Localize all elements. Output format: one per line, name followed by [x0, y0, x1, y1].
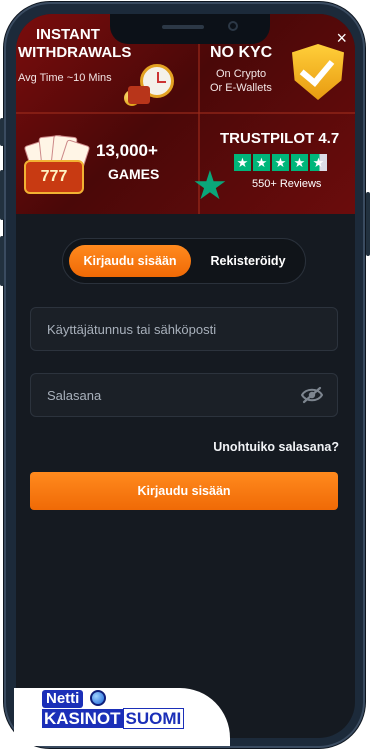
- tile1-subtitle: Avg Time ~10 Mins: [18, 72, 112, 84]
- speaker: [162, 25, 204, 29]
- logo-line2: KASINOT SUOMI: [42, 708, 185, 729]
- star-icon: ★: [253, 154, 270, 171]
- password-field: [30, 373, 338, 417]
- logo-line2-part1: KASINOT: [42, 709, 123, 728]
- promo-banner: × INSTANT WITHDRAWALS Avg Time ~10 Mins …: [16, 14, 355, 214]
- wallet-icon: [128, 86, 150, 104]
- tile4-title: TRUSTPILOT 4.7: [220, 130, 340, 147]
- logo-line2-part2: SUOMI: [122, 708, 185, 729]
- star-icon: ★: [272, 154, 289, 171]
- password-input[interactable]: [31, 374, 337, 416]
- banner-divider-horizontal: [16, 112, 355, 114]
- username-input[interactable]: [31, 308, 337, 350]
- shield-check-icon: [292, 44, 344, 100]
- side-button-left-3: [0, 236, 4, 286]
- tile2-subtitle-line2: Or E-Wallets: [210, 82, 272, 94]
- tile1-title-line1: INSTANT: [36, 26, 100, 43]
- star-icon: ★: [234, 154, 251, 171]
- slot-machine-icon: 777: [24, 160, 84, 194]
- forgot-password-link[interactable]: Unohtuiko salasana?: [213, 440, 339, 454]
- star-half-icon: ★: [310, 154, 327, 171]
- nettikasinotsuomi-logo: Netti KASINOT SUOMI: [42, 690, 202, 732]
- ball-icon: [90, 690, 106, 706]
- phone-screen: × INSTANT WITHDRAWALS Avg Time ~10 Mins …: [16, 14, 355, 738]
- side-button-right: [366, 192, 370, 256]
- star-icon: ★: [291, 154, 308, 171]
- username-field: [30, 307, 338, 351]
- trustpilot-stars: ★ ★ ★ ★ ★: [234, 154, 327, 171]
- notch: [110, 14, 270, 44]
- logo-line1: Netti: [42, 690, 84, 708]
- tab-login[interactable]: Kirjaudu sisään: [69, 245, 191, 277]
- star-icon: ★: [192, 164, 228, 208]
- side-button-left-1: [0, 118, 4, 146]
- tile3-title-line1: 13,000+: [96, 141, 158, 160]
- tile2-title: NO KYC: [210, 44, 273, 61]
- tile4-reviews: 550+ Reviews: [252, 178, 322, 190]
- tile3-title-line2: GAMES: [108, 166, 160, 182]
- tab-register[interactable]: Rekisteröidy: [195, 245, 301, 277]
- camera: [228, 21, 238, 31]
- tile2-subtitle-line1: On Crypto: [216, 68, 267, 80]
- side-button-left-2: [0, 170, 4, 220]
- close-icon[interactable]: ×: [336, 28, 347, 49]
- auth-tab-toggle: Kirjaudu sisään Rekisteröidy: [62, 238, 306, 284]
- tile1-title-line2: WITHDRAWALS: [18, 44, 132, 61]
- login-submit-button[interactable]: Kirjaudu sisään: [30, 472, 338, 510]
- eye-slash-icon[interactable]: [301, 386, 323, 404]
